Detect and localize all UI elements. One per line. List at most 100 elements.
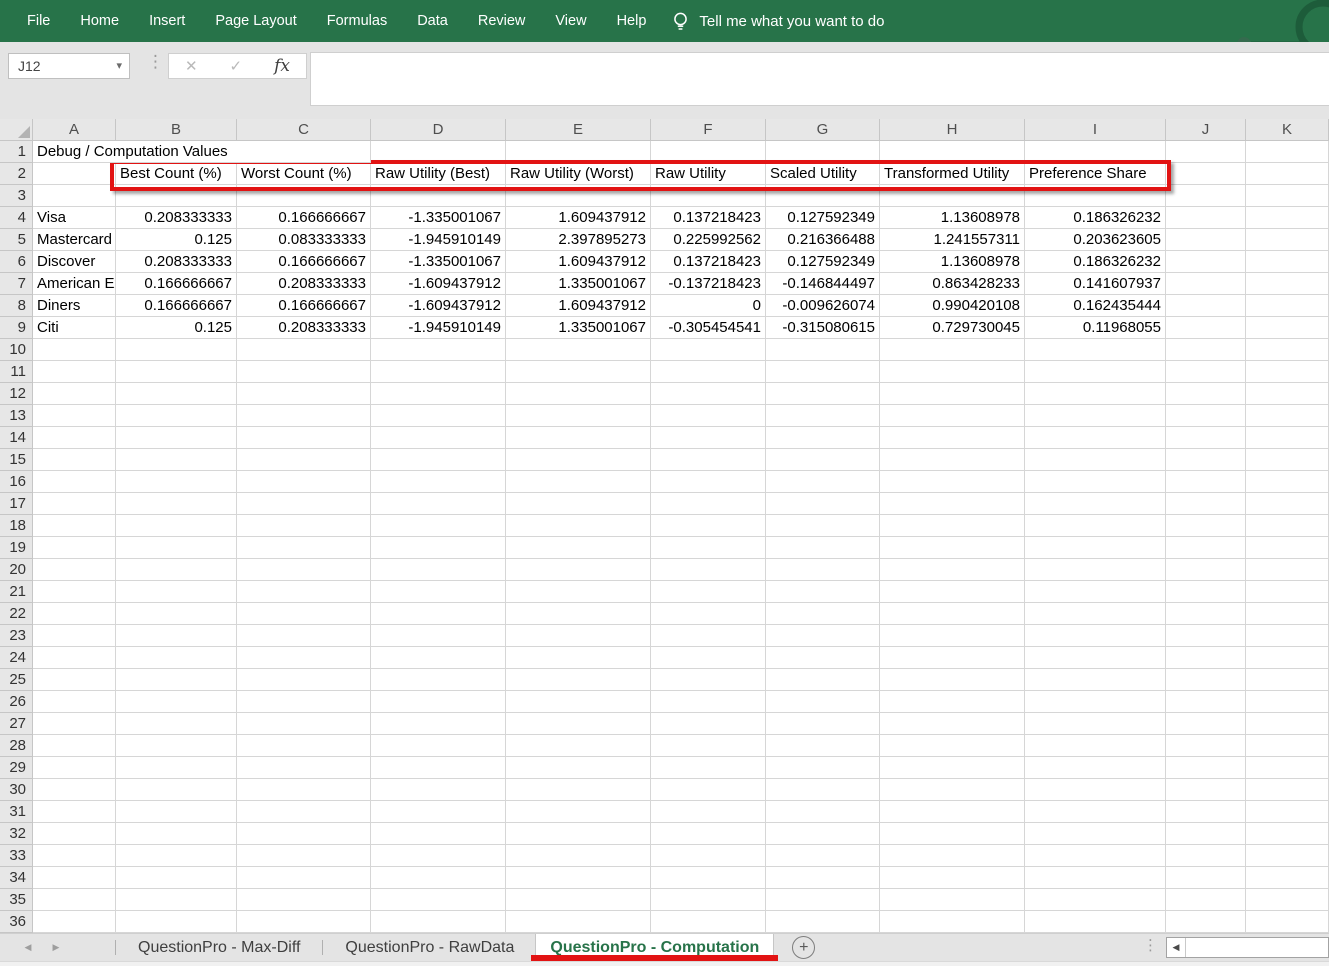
cell-K16[interactable] — [1246, 471, 1329, 493]
cell-E25[interactable] — [506, 669, 651, 691]
cell-C21[interactable] — [237, 581, 371, 603]
cell-G19[interactable] — [766, 537, 880, 559]
cell-G29[interactable] — [766, 757, 880, 779]
row-header-9[interactable]: 9 — [0, 317, 33, 339]
cell-G18[interactable] — [766, 515, 880, 537]
cell-G15[interactable] — [766, 449, 880, 471]
cell-C11[interactable] — [237, 361, 371, 383]
cell-I29[interactable] — [1025, 757, 1166, 779]
cell-K32[interactable] — [1246, 823, 1329, 845]
cell-F10[interactable] — [651, 339, 766, 361]
cell-K28[interactable] — [1246, 735, 1329, 757]
cell-I24[interactable] — [1025, 647, 1166, 669]
cell-F27[interactable] — [651, 713, 766, 735]
cell-K24[interactable] — [1246, 647, 1329, 669]
cell-K10[interactable] — [1246, 339, 1329, 361]
cell-F28[interactable] — [651, 735, 766, 757]
cell-B4[interactable]: 0.208333333 — [116, 207, 237, 229]
cell-D33[interactable] — [371, 845, 506, 867]
cell-D1[interactable] — [371, 141, 506, 163]
cell-D30[interactable] — [371, 779, 506, 801]
cell-K26[interactable] — [1246, 691, 1329, 713]
cell-J26[interactable] — [1166, 691, 1246, 713]
cell-F4[interactable]: 0.137218423 — [651, 207, 766, 229]
column-header-K[interactable]: K — [1246, 119, 1329, 141]
cell-B29[interactable] — [116, 757, 237, 779]
cell-A33[interactable] — [33, 845, 116, 867]
row-header-26[interactable]: 26 — [0, 691, 33, 713]
cell-H7[interactable]: 0.863428233 — [880, 273, 1025, 295]
cell-D5[interactable]: -1.945910149 — [371, 229, 506, 251]
cell-B9[interactable]: 0.125 — [116, 317, 237, 339]
cell-H17[interactable] — [880, 493, 1025, 515]
cell-F16[interactable] — [651, 471, 766, 493]
cell-G4[interactable]: 0.127592349 — [766, 207, 880, 229]
row-header-7[interactable]: 7 — [0, 273, 33, 295]
cell-B35[interactable] — [116, 889, 237, 911]
cell-B5[interactable]: 0.125 — [116, 229, 237, 251]
row-header-27[interactable]: 27 — [0, 713, 33, 735]
cell-I10[interactable] — [1025, 339, 1166, 361]
cell-E30[interactable] — [506, 779, 651, 801]
cell-I32[interactable] — [1025, 823, 1166, 845]
cell-E10[interactable] — [506, 339, 651, 361]
cell-D6[interactable]: -1.335001067 — [371, 251, 506, 273]
cell-K17[interactable] — [1246, 493, 1329, 515]
cell-D2[interactable]: Raw Utility (Best) — [371, 163, 506, 185]
cell-C27[interactable] — [237, 713, 371, 735]
column-header-B[interactable]: B — [116, 119, 237, 141]
cell-E11[interactable] — [506, 361, 651, 383]
cell-A29[interactable] — [33, 757, 116, 779]
cell-H16[interactable] — [880, 471, 1025, 493]
cell-E19[interactable] — [506, 537, 651, 559]
cell-A19[interactable] — [33, 537, 116, 559]
cell-D20[interactable] — [371, 559, 506, 581]
cell-H21[interactable] — [880, 581, 1025, 603]
cell-C25[interactable] — [237, 669, 371, 691]
menu-file[interactable]: File — [12, 0, 65, 42]
cell-J6[interactable] — [1166, 251, 1246, 273]
formula-bar-handle-icon[interactable]: ⋮ — [147, 52, 164, 72]
cell-G11[interactable] — [766, 361, 880, 383]
cell-F7[interactable]: -0.137218423 — [651, 273, 766, 295]
row-header-17[interactable]: 17 — [0, 493, 33, 515]
cell-E15[interactable] — [506, 449, 651, 471]
cell-J22[interactable] — [1166, 603, 1246, 625]
cell-C15[interactable] — [237, 449, 371, 471]
row-header-19[interactable]: 19 — [0, 537, 33, 559]
cell-C19[interactable] — [237, 537, 371, 559]
cell-I28[interactable] — [1025, 735, 1166, 757]
menu-insert[interactable]: Insert — [134, 0, 200, 42]
cell-G17[interactable] — [766, 493, 880, 515]
cell-I26[interactable] — [1025, 691, 1166, 713]
menu-page-layout[interactable]: Page Layout — [200, 0, 311, 42]
cell-J5[interactable] — [1166, 229, 1246, 251]
cell-B32[interactable] — [116, 823, 237, 845]
cell-H36[interactable] — [880, 911, 1025, 933]
cell-J14[interactable] — [1166, 427, 1246, 449]
cell-D12[interactable] — [371, 383, 506, 405]
cell-I18[interactable] — [1025, 515, 1166, 537]
cell-E26[interactable] — [506, 691, 651, 713]
cell-K2[interactable] — [1246, 163, 1329, 185]
cell-G16[interactable] — [766, 471, 880, 493]
cell-H18[interactable] — [880, 515, 1025, 537]
cell-B20[interactable] — [116, 559, 237, 581]
cell-F31[interactable] — [651, 801, 766, 823]
cell-D26[interactable] — [371, 691, 506, 713]
cell-E16[interactable] — [506, 471, 651, 493]
cell-B25[interactable] — [116, 669, 237, 691]
menu-review[interactable]: Review — [463, 0, 541, 42]
cell-D10[interactable] — [371, 339, 506, 361]
cell-H19[interactable] — [880, 537, 1025, 559]
cell-G25[interactable] — [766, 669, 880, 691]
cell-G22[interactable] — [766, 603, 880, 625]
cell-D18[interactable] — [371, 515, 506, 537]
cell-F6[interactable]: 0.137218423 — [651, 251, 766, 273]
cell-C33[interactable] — [237, 845, 371, 867]
tell-me-box[interactable]: Tell me what you want to do — [671, 11, 884, 32]
cell-K11[interactable] — [1246, 361, 1329, 383]
cell-G31[interactable] — [766, 801, 880, 823]
cell-K18[interactable] — [1246, 515, 1329, 537]
cell-B30[interactable] — [116, 779, 237, 801]
